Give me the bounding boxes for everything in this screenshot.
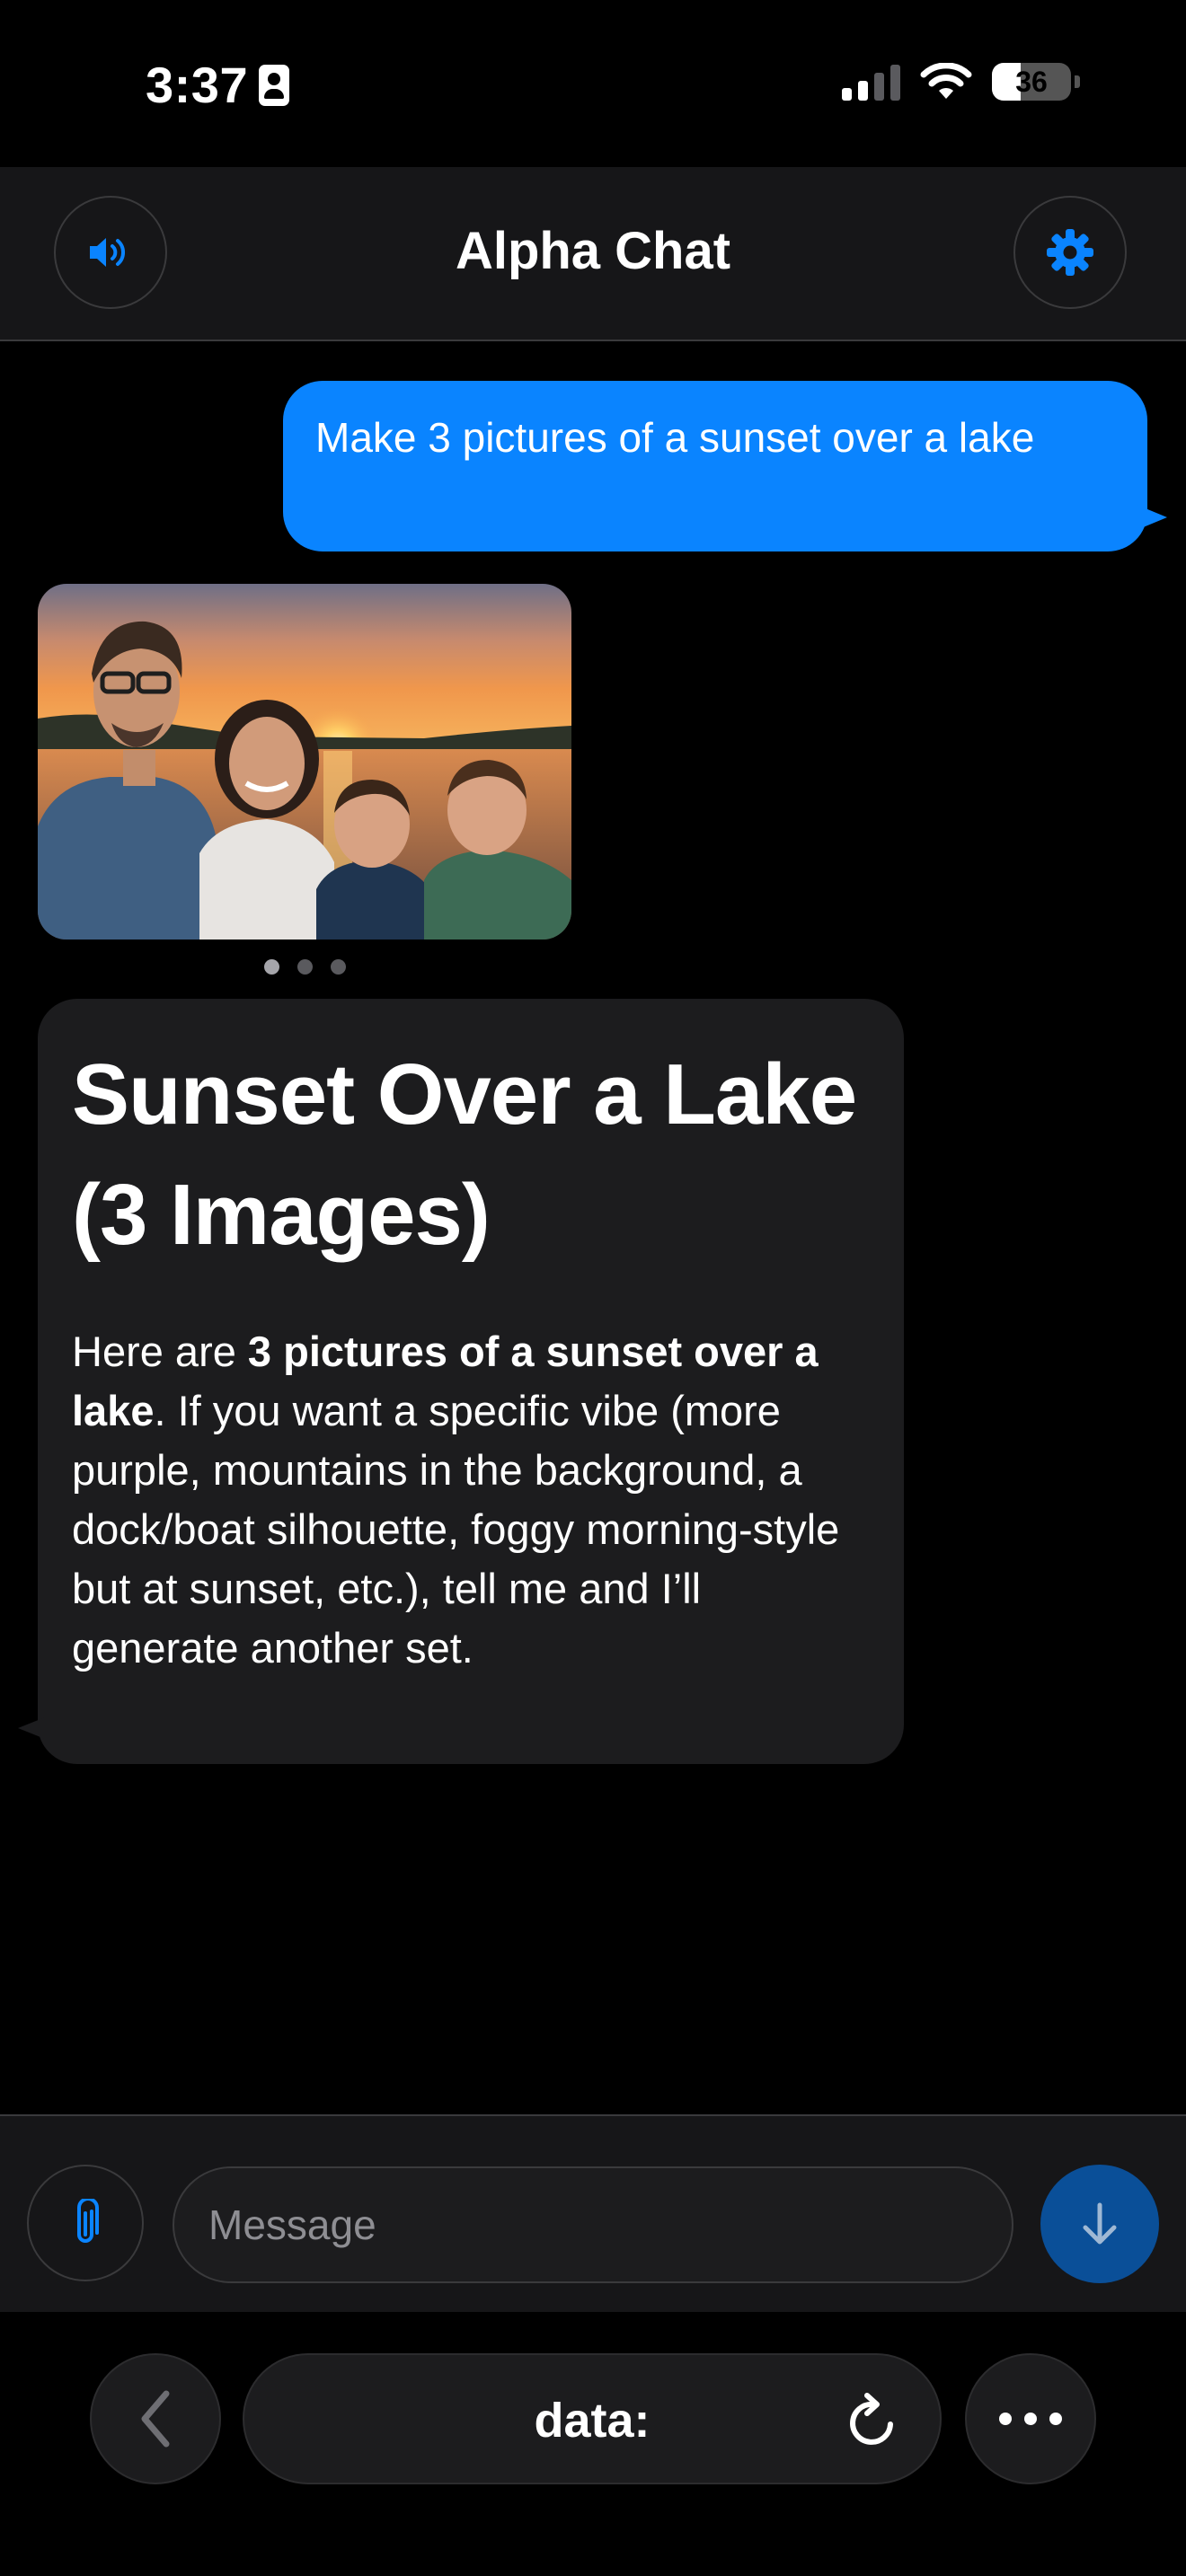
status-indicators: 36 (842, 63, 1080, 101)
message-composer (0, 2114, 1186, 2314)
generated-image[interactable] (38, 584, 571, 940)
address-bar[interactable]: data: (243, 2353, 942, 2484)
message-input[interactable] (173, 2166, 1013, 2283)
paperclip-icon (77, 2199, 99, 2243)
user-message-text: Make 3 pictures of a sunset over a lake (315, 414, 1035, 461)
arrow-down-icon (1083, 2202, 1117, 2245)
settings-button[interactable] (1013, 196, 1127, 309)
cellular-signal-icon (842, 63, 900, 101)
reload-icon (850, 2393, 893, 2445)
reload-button[interactable] (839, 2386, 907, 2454)
browser-toolbar: data: (0, 2312, 1186, 2576)
user-message-bubble: Make 3 pictures of a sunset over a lake (283, 381, 1147, 551)
assistant-message-bubble: Sunset Over a Lake (3 Images) Here are 3… (38, 999, 904, 1764)
send-button[interactable] (1040, 2165, 1159, 2283)
more-icon (999, 2413, 1062, 2425)
chevron-left-icon (141, 2390, 170, 2448)
page-title: Alpha Chat (455, 222, 731, 280)
user-bubble-tail (1137, 505, 1167, 530)
sunset-family-photo (38, 584, 571, 940)
wifi-icon (920, 63, 972, 99)
carousel-dot-1[interactable] (264, 959, 279, 975)
contact-card-icon (259, 64, 290, 106)
reply-intro: Here are (72, 1328, 248, 1375)
more-button[interactable] (965, 2353, 1096, 2484)
reply-body: Here are 3 pictures of a sunset over a l… (72, 1322, 870, 1678)
attach-button[interactable] (27, 2165, 144, 2281)
reply-rest: . If you want a specific vibe (more purp… (72, 1387, 840, 1672)
assistant-bubble-tail (18, 1717, 45, 1739)
gear-icon (1047, 229, 1093, 276)
image-carousel-dots[interactable] (264, 959, 346, 975)
status-time-group: 3:37 (146, 56, 290, 114)
address-text: data: (534, 2394, 651, 2448)
status-bar: 3:37 36 (0, 0, 1186, 167)
battery-icon: 36 (992, 63, 1071, 101)
back-button[interactable] (90, 2353, 221, 2484)
status-time: 3:37 (146, 57, 249, 113)
carousel-dot-2[interactable] (297, 959, 313, 975)
battery-indicator: 36 (992, 63, 1080, 101)
reply-heading: Sunset Over a Lake (3 Images) (72, 1046, 857, 1263)
app-header: Alpha Chat (0, 167, 1186, 341)
battery-level: 36 (1015, 65, 1048, 98)
carousel-dot-3[interactable] (331, 959, 346, 975)
